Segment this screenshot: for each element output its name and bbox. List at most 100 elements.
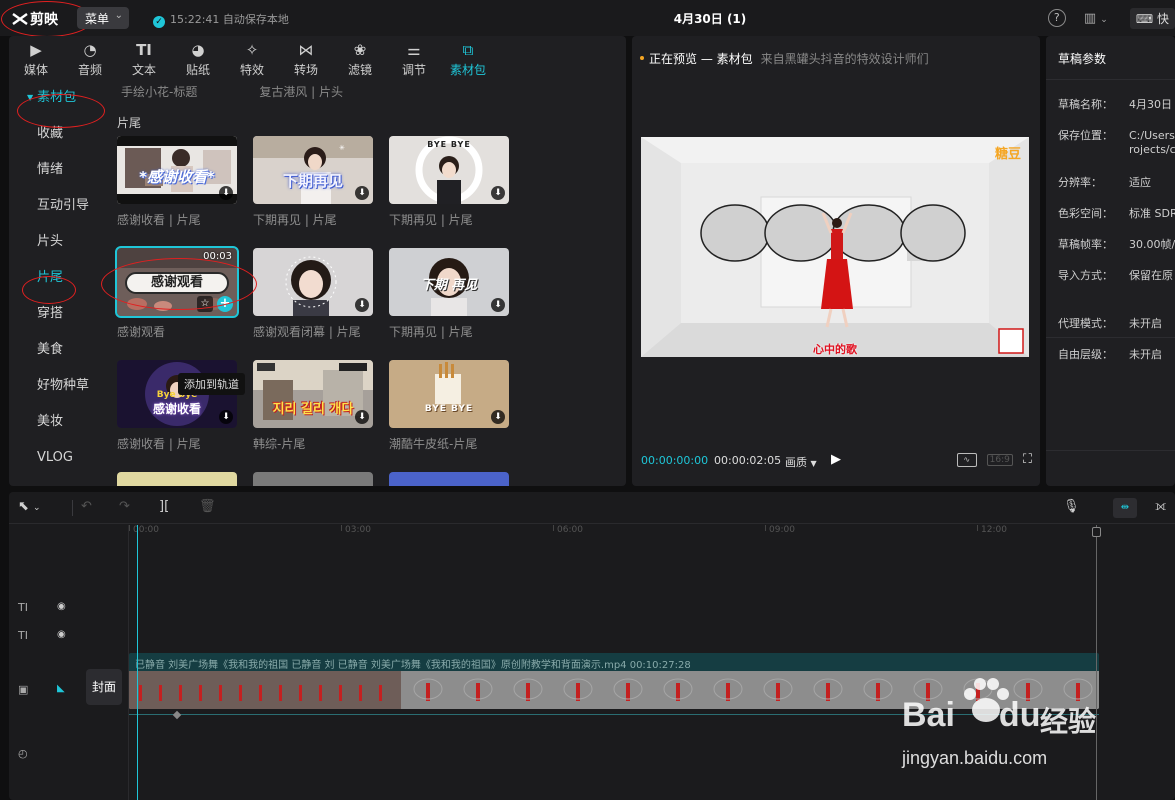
material-card[interactable]: *感谢收看* ⬇ 感谢收看 | 片尾: [117, 136, 237, 228]
preview-right-controls: ∿ 16:9 ⛶: [956, 452, 1032, 467]
sidebar-item-product[interactable]: 好物种草: [9, 368, 105, 404]
ruler-label: 12:00: [981, 525, 1007, 535]
tab-transition[interactable]: ⋈ 转场: [279, 36, 333, 80]
sidebar-item-intro[interactable]: 片头: [9, 224, 105, 260]
cover-button[interactable]: 封面: [86, 669, 122, 705]
menu-button[interactable]: 菜单 ⌄: [77, 7, 129, 29]
preview-panel: 正在预览 — 素材包 来自黑罐头抖音的特效设计师们 糖豆 心中的歌 00:00:0: [632, 36, 1040, 486]
add-to-track-icon[interactable]: +: [217, 296, 233, 312]
sidebar-item-food[interactable]: 美食: [9, 332, 105, 368]
preview-header: 正在预览 — 素材包 来自黑罐头抖音的特效设计师们: [640, 50, 929, 67]
eye-icon[interactable]: ◉: [57, 601, 66, 612]
download-icon[interactable]: ⬇: [219, 410, 233, 424]
video-logo: 糖豆: [994, 147, 1021, 162]
sidebar-item-outro[interactable]: 片尾: [9, 260, 105, 296]
keyframe-diamond-icon[interactable]: [172, 710, 182, 720]
ruler-tick: [977, 525, 978, 531]
material-card[interactable]: [117, 472, 237, 486]
card-label: 下期再见 | 片尾: [389, 213, 473, 227]
fullscreen-icon[interactable]: ⛶: [1023, 452, 1032, 467]
playhead[interactable]: [137, 525, 138, 800]
tab-sticker[interactable]: ◕ 贴纸: [171, 36, 225, 80]
preview-frame-art: [641, 137, 1029, 357]
redo-icon[interactable]: ↷: [119, 499, 130, 514]
layout-icon[interactable]: ▥ ⌄: [1084, 11, 1112, 26]
sidebar-item-favorites[interactable]: 收藏: [9, 116, 105, 152]
delete-icon[interactable]: 🗑: [199, 499, 216, 514]
material-card[interactable]: BYE BYE ⬇ 下期再见 | 片尾: [389, 136, 509, 228]
play-icon[interactable]: ▶: [831, 452, 841, 467]
triangle-down-icon: ▼: [27, 93, 34, 102]
app-logo[interactable]: 剪映: [12, 9, 58, 29]
tab-audio[interactable]: ◔ 音频: [63, 36, 117, 80]
preview-video[interactable]: 糖豆 心中的歌: [641, 137, 1029, 357]
material-card[interactable]: 下期 再见 ⬇ 下期再见 | 片尾: [389, 248, 509, 340]
mute-icon[interactable]: ◣: [57, 683, 65, 694]
svg-text:✳: ✳: [339, 144, 345, 152]
download-icon[interactable]: ⬇: [491, 186, 505, 200]
tab-text[interactable]: TI 文本: [117, 36, 171, 80]
material-card[interactable]: ⬇ 感谢观看闭幕 | 片尾: [253, 248, 373, 340]
select-cursor-icon[interactable]: ⬉ ⌄: [18, 499, 41, 514]
track-headers: TI ◉ TI ◉ ▣ ◣ 封面 ◴: [9, 525, 129, 800]
help-icon[interactable]: ?: [1047, 9, 1066, 27]
audio-track-icon: ◴: [18, 747, 28, 760]
undo-icon[interactable]: ↶: [81, 499, 92, 514]
favorite-star-icon[interactable]: ☆: [197, 296, 213, 312]
sticker-icon: ◕: [191, 41, 205, 59]
material-card[interactable]: BYE BYE ⬇ 潮酷牛皮纸-片尾: [389, 360, 509, 452]
card-thumbnail: [389, 472, 509, 486]
link-icon[interactable]: ⟗: [1155, 499, 1166, 514]
download-icon[interactable]: ⬇: [491, 298, 505, 312]
download-icon[interactable]: ⬇: [219, 186, 233, 200]
split-icon[interactable]: ][: [159, 499, 169, 514]
chevron-down-icon: ▼: [810, 459, 817, 468]
total-time: 00:00:02:05: [714, 454, 782, 467]
magnet-snap-icon[interactable]: ⇹: [1113, 498, 1137, 518]
sidebar-item-emotion[interactable]: 情绪: [9, 152, 105, 188]
divider: [1046, 79, 1175, 80]
watermark-url: jingyan.baidu.com: [902, 748, 1048, 768]
waveform-icon[interactable]: ∿: [956, 452, 977, 467]
download-icon[interactable]: ⬇: [355, 410, 369, 424]
download-icon[interactable]: ⬇: [491, 410, 505, 424]
sidebar-item-makeup[interactable]: 美妆: [9, 404, 105, 440]
sidebar-item-vlog[interactable]: VLOG: [9, 440, 105, 476]
material-card[interactable]: [253, 472, 373, 486]
aspect-ratio-button[interactable]: 16:9: [986, 453, 1013, 466]
tab-adjust[interactable]: ⚌ 调节: [387, 36, 441, 80]
material-card[interactable]: ✳ 下期再见 ⬇ 下期再见 | 片尾: [253, 136, 373, 228]
material-card[interactable]: [389, 472, 509, 486]
shortcut-button[interactable]: ⌨ 快: [1129, 7, 1175, 29]
tab-effects[interactable]: ✧ 特效: [225, 36, 279, 80]
end-marker-handle[interactable]: [1092, 527, 1101, 537]
top-right-icons: ? ▥ ⌄ ⌨ 快: [1047, 7, 1175, 29]
microphone-icon[interactable]: 🎙: [1063, 499, 1080, 514]
download-icon[interactable]: ⬇: [355, 298, 369, 312]
eye-icon[interactable]: ◉: [57, 629, 66, 640]
tab-filter[interactable]: ❀ 滤镜: [333, 36, 387, 80]
sidebar-item-outfit[interactable]: 穿搭: [9, 296, 105, 332]
thumbnail-text: BYE BYE: [427, 140, 471, 149]
quality-dropdown[interactable]: 画质 ▼: [785, 454, 817, 470]
ruler-label: 03:00: [345, 525, 371, 535]
material-card-selected[interactable]: 感谢观看 00:03 ☆ + 感谢观看: [115, 246, 239, 340]
draft-params-panel: 草稿参数 草稿名称： 4月30日 ( 保存位置： C:/Users/ rojects…: [1046, 36, 1175, 486]
tab-material-pack[interactable]: ⧉ 素材包: [441, 36, 495, 80]
sidebar-item-interaction[interactable]: 互动引导: [9, 188, 105, 224]
param-frame-rate: 草稿帧率： 30.00帧/: [1058, 238, 1175, 251]
material-pack-icon: ⧉: [462, 41, 474, 59]
thumbnail-text: 下期再见: [282, 172, 343, 190]
download-icon[interactable]: ⬇: [355, 186, 369, 200]
card-thumbnail: ⬇: [253, 248, 373, 316]
section-title: 片尾: [117, 116, 142, 130]
sidebar-item-material-pack[interactable]: ▼ 素材包: [9, 80, 105, 116]
ruler-tick: [341, 525, 342, 531]
add-to-track-tooltip: 添加到轨道: [178, 373, 245, 395]
card-label: 韩综-片尾: [253, 437, 306, 451]
timeline-ruler[interactable]: 00:00 03:00 06:00 09:00 12:00: [129, 525, 1175, 539]
ruler-label: 06:00: [557, 525, 583, 535]
tab-media[interactable]: ▶︎ 媒体: [9, 36, 63, 80]
material-card[interactable]: 지리 길리 개다 ⬇ 韩综-片尾: [253, 360, 373, 452]
autosave-text: 15:22:41 自动保存本地: [170, 13, 289, 26]
